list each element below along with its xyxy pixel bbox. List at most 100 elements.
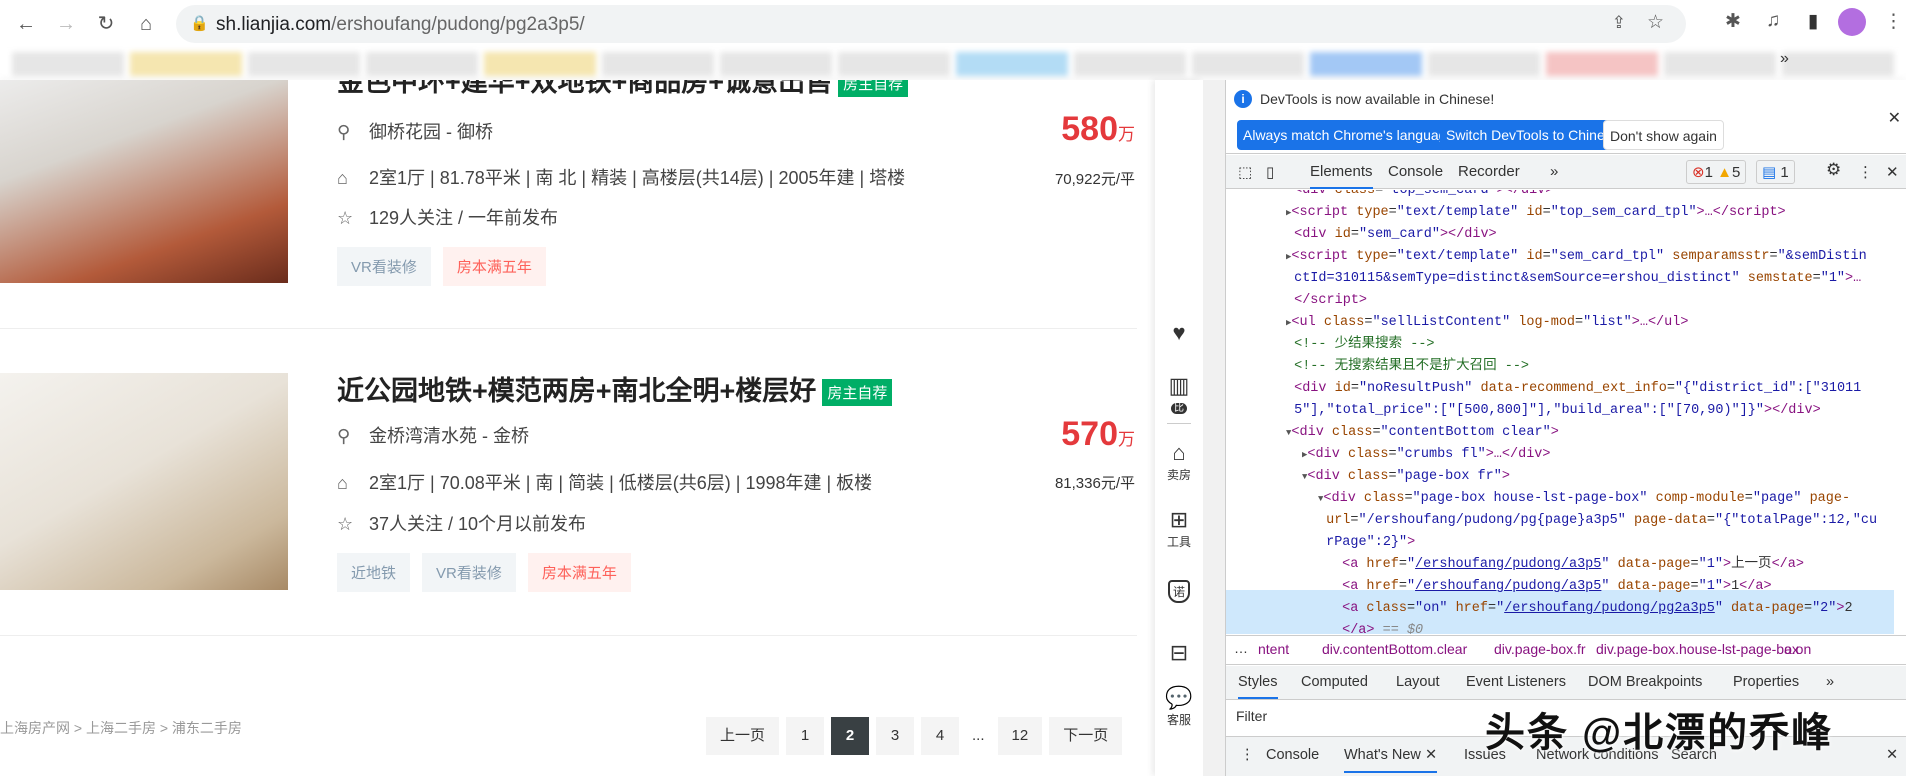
inspect-element-icon[interactable]: ⬚ xyxy=(1238,163,1252,181)
close-tab-icon[interactable]: ✕ xyxy=(1425,747,1437,763)
tab-dom-breakpoints[interactable]: DOM Breakpoints xyxy=(1588,674,1702,690)
listing-location[interactable]: ⚲ 御桥花园 - 御桥 xyxy=(337,118,493,144)
listing-location[interactable]: ⚲ 金桥湾清水苑 - 金桥 xyxy=(337,422,529,448)
bookmarks-overflow[interactable]: » xyxy=(1780,50,1789,68)
drawer-tab-whats-new[interactable]: What's New ✕ xyxy=(1344,747,1438,773)
close-infobar-icon[interactable]: ✕ xyxy=(1888,108,1901,128)
dom-line[interactable]: <div class="top_sem_card"></div> xyxy=(1286,190,1553,202)
forward-button[interactable]: → xyxy=(52,10,80,38)
drawer-tab-console[interactable]: Console xyxy=(1266,747,1319,763)
tab-console[interactable]: Console xyxy=(1388,163,1443,180)
dom-line[interactable]: <a href="/ershoufang/pudong/a3p5" data-p… xyxy=(1334,576,1771,598)
dom-line[interactable]: <a class="on" href="/ershoufang/pudong/p… xyxy=(1334,598,1853,620)
messages-counter[interactable]: ▤ 1 xyxy=(1756,160,1795,184)
crumb[interactable]: ntent xyxy=(1258,641,1289,657)
listing-title-text: 近公园地铁+模范两房+南北全明+楼层好 xyxy=(337,376,817,406)
device-toolbar-icon[interactable]: ▯ xyxy=(1266,163,1274,181)
prev-page-button[interactable]: 上一页 xyxy=(706,717,780,755)
page-4-button[interactable]: 4 xyxy=(921,717,960,755)
back-button[interactable]: ← xyxy=(12,10,40,38)
tab-properties[interactable]: Properties xyxy=(1733,674,1799,690)
listing-photo[interactable] xyxy=(0,80,288,283)
sell-button[interactable]: ⌂ 卖房 xyxy=(1155,440,1203,483)
scan-button[interactable]: ⊟ xyxy=(1155,640,1203,666)
page-gutter xyxy=(1203,80,1225,776)
page-12-button[interactable]: 12 xyxy=(997,717,1043,755)
listing-title[interactable]: 近公园地铁+模范两房+南北全明+楼层好 房主自荐 xyxy=(337,369,893,408)
crumb[interactable]: a.on xyxy=(1784,641,1811,657)
tab-computed[interactable]: Computed xyxy=(1301,674,1368,690)
settings-gear-icon[interactable]: ⚙ xyxy=(1826,160,1841,180)
drawer-menu-icon[interactable]: ⋮ xyxy=(1240,747,1255,763)
dom-line[interactable]: ▶<script type="text/template" id="sem_ca… xyxy=(1286,246,1867,268)
pagination-ellipsis: ... xyxy=(972,727,985,744)
address-bar[interactable]: 🔒 sh.lianjia.com/ershoufang/pudong/pg2a3… xyxy=(176,5,1686,43)
close-drawer-icon[interactable]: ✕ xyxy=(1886,747,1898,763)
dom-line[interactable]: <!-- 无搜索结果且不是扩大召回 --> xyxy=(1286,356,1529,378)
page-2-button[interactable]: 2 xyxy=(831,717,870,755)
favorite-button[interactable]: ♥ xyxy=(1155,320,1203,346)
dom-line[interactable]: rPage":2}"> xyxy=(1318,532,1415,554)
compare-button[interactable]: ▥ 比 xyxy=(1155,373,1203,414)
dom-tree[interactable]: <div class="top_sem_card"></div> ▶<script… xyxy=(1226,190,1894,634)
follow-text: 129人关注 / 一年前发布 xyxy=(369,208,559,228)
more-style-tabs[interactable]: » xyxy=(1826,674,1834,690)
dom-line[interactable]: url="/ershoufang/pudong/pg{page}a3p5" pa… xyxy=(1318,510,1877,532)
dom-line[interactable]: ▼<div class="page-box house-lst-page-box… xyxy=(1318,488,1850,510)
devtools-menu-icon[interactable]: ⋮ xyxy=(1858,163,1873,181)
location-pin-icon: ⚲ xyxy=(337,122,351,142)
unit-price: 81,336元/平 xyxy=(1054,475,1135,492)
service-button[interactable]: 💬 客服 xyxy=(1155,685,1203,728)
dom-line[interactable]: <!-- 少结果搜索 --> xyxy=(1286,334,1434,356)
crumb[interactable]: div.page-box.fr xyxy=(1494,641,1586,657)
dom-line[interactable]: </script> xyxy=(1286,290,1367,312)
page-3-button[interactable]: 3 xyxy=(876,717,915,755)
media-icon[interactable]: ♫ xyxy=(1766,10,1780,32)
close-devtools-icon[interactable]: ✕ xyxy=(1886,163,1899,181)
tab-layout[interactable]: Layout xyxy=(1396,674,1440,690)
crumb[interactable]: div.contentBottom.clear xyxy=(1322,641,1467,657)
dom-line[interactable]: ▶<div class="crumbs fl">…</div> xyxy=(1302,444,1551,466)
dom-line[interactable]: <a href="/ershoufang/pudong/a3p5" data-p… xyxy=(1334,554,1804,576)
tab-elements[interactable]: Elements xyxy=(1310,163,1373,189)
switch-to-chinese-button[interactable]: Switch DevTools to Chinese xyxy=(1440,120,1626,150)
profile-avatar[interactable] xyxy=(1838,8,1866,36)
listing-title[interactable]: 金色中环+建华+双地铁+商品房+诚意出售 房主自荐 xyxy=(337,80,909,99)
promise-button[interactable]: 诺 xyxy=(1155,580,1203,603)
breadcrumb[interactable]: 上海房产网 > 上海二手房 > 浦东二手房 xyxy=(0,718,242,738)
next-page-button[interactable]: 下一页 xyxy=(1049,717,1123,755)
calculator-icon: ⊞ xyxy=(1169,507,1189,532)
service-label: 客服 xyxy=(1166,713,1191,727)
dont-show-again-button[interactable]: Don't show again xyxy=(1603,120,1724,150)
tab-styles[interactable]: Styles xyxy=(1238,674,1278,699)
tag: VR看装修 xyxy=(337,247,431,286)
always-match-language-button[interactable]: Always match Chrome's language xyxy=(1237,120,1461,150)
tab-recorder[interactable]: Recorder xyxy=(1458,163,1520,180)
house-key-icon: ⌂ xyxy=(1172,440,1186,465)
side-panel-icon[interactable]: ▮ xyxy=(1808,10,1818,33)
share-icon[interactable]: ⇪ xyxy=(1612,13,1626,33)
issues-counter[interactable]: ⊗1 ▲5 xyxy=(1686,160,1747,184)
dom-line[interactable]: ▶<script type="text/template" id="top_se… xyxy=(1286,202,1786,224)
home-button[interactable]: ⌂ xyxy=(132,10,160,38)
total-price: 570万 xyxy=(1061,415,1135,454)
reload-button[interactable]: ↻ xyxy=(92,10,120,38)
dom-line[interactable]: <div id="sem_card"></div> xyxy=(1286,224,1497,246)
dom-line[interactable]: ▶<ul class="sellListContent" log-mod="li… xyxy=(1286,312,1688,334)
more-tabs-button[interactable]: » xyxy=(1550,163,1558,180)
dom-line[interactable]: ▼<div class="page-box fr"> xyxy=(1302,466,1510,488)
dom-line[interactable]: 5"],"total_price":["[500,800]"],"build_a… xyxy=(1286,400,1821,422)
listing-photo[interactable] xyxy=(0,373,288,590)
crumb[interactable]: div.page-box.house-lst-page-box xyxy=(1596,641,1799,657)
tab-event-listeners[interactable]: Event Listeners xyxy=(1466,674,1566,690)
menu-icon[interactable]: ⋮ xyxy=(1884,10,1903,33)
dom-line[interactable]: <div id="noResultPush" data-recommend_ex… xyxy=(1286,378,1861,400)
page-1-button[interactable]: 1 xyxy=(786,717,825,755)
dom-line[interactable]: </a> == $0 xyxy=(1334,620,1423,634)
bookmark-star-icon[interactable]: ☆ xyxy=(1647,11,1664,34)
extensions-icon[interactable]: ✱ xyxy=(1725,10,1741,33)
dom-line[interactable]: ctId=310115&semType=distinct&semSource=e… xyxy=(1286,268,1861,290)
url-path: /ershoufang/pudong/pg2a3p5/ xyxy=(331,14,585,35)
dom-line[interactable]: ▼<div class="contentBottom clear"> xyxy=(1286,422,1559,444)
tools-button[interactable]: ⊞ 工具 xyxy=(1155,507,1203,550)
